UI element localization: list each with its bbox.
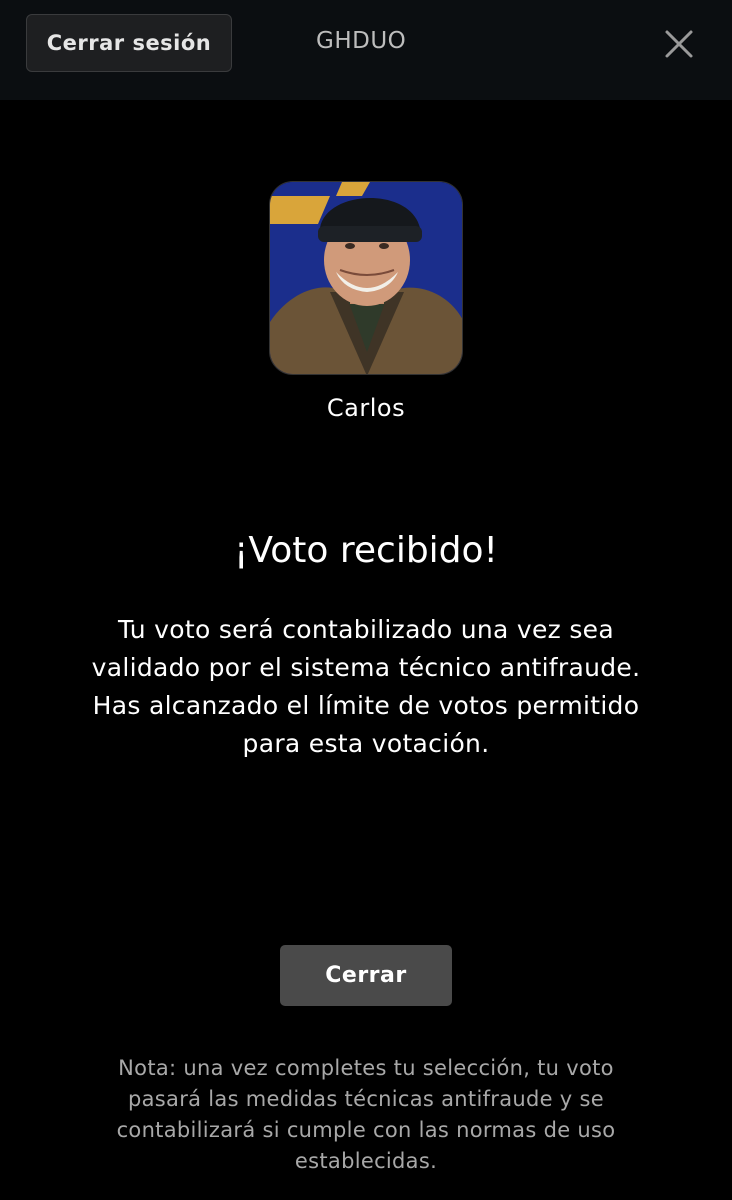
footer-note: Nota: una vez completes tu selección, tu…: [116, 1056, 616, 1173]
close-button[interactable]: Cerrar: [280, 945, 452, 1006]
logout-button[interactable]: Cerrar sesión: [26, 14, 232, 72]
confirmation-message: Tu voto será contabilizado una vez sea v…: [91, 615, 641, 758]
candidate-photo: [269, 181, 463, 375]
close-icon[interactable]: [660, 25, 698, 63]
top-bar: Cerrar sesión GHDUO: [0, 0, 732, 100]
candidate-name: Carlos: [326, 394, 406, 422]
confirmation-title: ¡Voto recibido!: [234, 530, 498, 571]
brand-logo-text: GHDUO: [316, 28, 407, 54]
